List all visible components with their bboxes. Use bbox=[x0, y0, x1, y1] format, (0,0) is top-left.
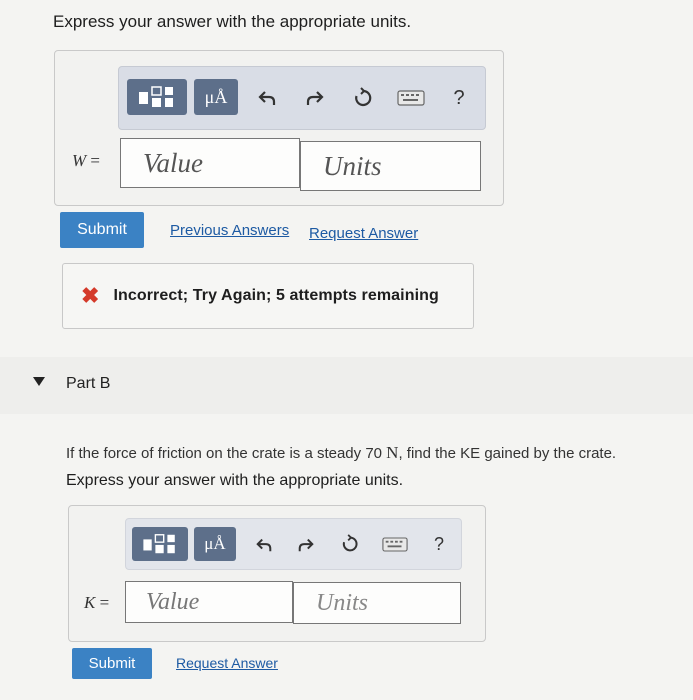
part-b-submit-button[interactable]: Submit bbox=[72, 648, 152, 679]
part-b-value-input[interactable]: Value bbox=[125, 581, 293, 623]
part-b-toolbar: μÅ ? bbox=[125, 518, 462, 570]
templates-icon bbox=[143, 534, 175, 554]
part-a-request-answer-link[interactable]: Request Answer bbox=[309, 225, 418, 242]
x-icon: ✖ bbox=[81, 283, 100, 308]
keyboard-icon[interactable] bbox=[395, 87, 427, 109]
part-a-units-input[interactable]: Units bbox=[300, 141, 481, 191]
keyboard-icon[interactable] bbox=[380, 534, 410, 554]
part-b-question: If the force of friction on the crate is… bbox=[66, 443, 617, 462]
help-button[interactable]: ? bbox=[447, 85, 471, 111]
part-b-request-answer-link[interactable]: Request Answer bbox=[176, 655, 278, 671]
units-symbol-button[interactable]: μÅ bbox=[194, 527, 236, 561]
part-b-variable-label: K = bbox=[84, 593, 110, 612]
help-button[interactable]: ? bbox=[428, 532, 450, 556]
part-b-units-input[interactable]: Units bbox=[293, 582, 461, 624]
undo-icon[interactable] bbox=[252, 533, 276, 557]
reset-icon[interactable] bbox=[338, 532, 362, 556]
previous-answers-link[interactable]: Previous Answers bbox=[170, 222, 289, 239]
redo-icon[interactable] bbox=[302, 85, 328, 111]
templates-icon bbox=[139, 86, 173, 107]
part-a-submit-button[interactable]: Submit bbox=[60, 212, 144, 248]
incorrect-feedback-box: ✖ Incorrect; Try Again; 5 attempts remai… bbox=[62, 263, 474, 329]
units-symbol-button[interactable]: μÅ bbox=[194, 79, 238, 115]
part-a-toolbar: μÅ ? bbox=[118, 66, 486, 130]
part-a-value-input[interactable]: Value bbox=[120, 138, 300, 188]
templates-button[interactable] bbox=[127, 79, 187, 115]
collapse-caret-icon[interactable] bbox=[33, 377, 45, 387]
part-a-instruction: Express your answer with the appropriate… bbox=[53, 12, 412, 31]
redo-icon[interactable] bbox=[294, 533, 318, 557]
feedback-text: Incorrect; Try Again; 5 attempts remaini… bbox=[113, 287, 439, 304]
part-a-variable-label: W = bbox=[72, 151, 101, 170]
part-b-title: Part B bbox=[66, 375, 111, 392]
templates-button[interactable] bbox=[132, 527, 188, 561]
part-b-instruction: Express your answer with the appropriate… bbox=[66, 472, 404, 489]
reset-icon[interactable] bbox=[350, 85, 376, 111]
undo-icon[interactable] bbox=[254, 85, 280, 111]
